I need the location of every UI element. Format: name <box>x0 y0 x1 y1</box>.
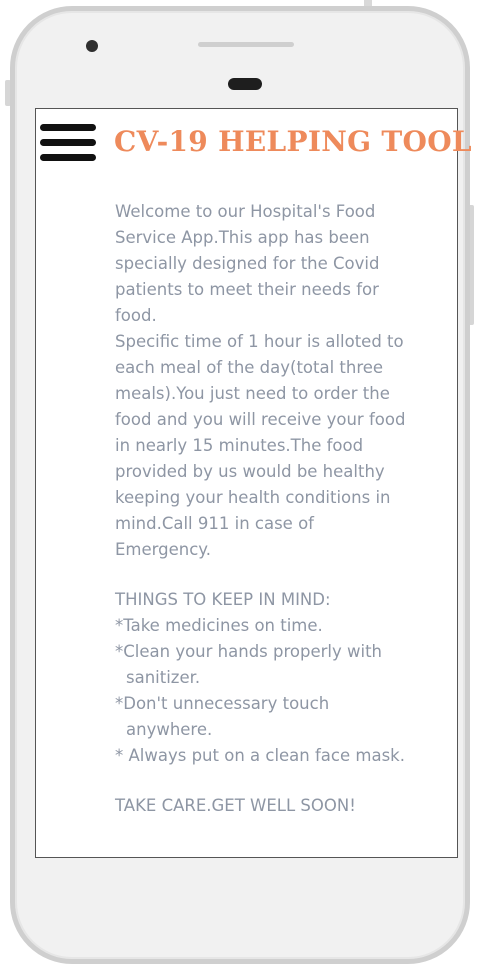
welcome-text-line: specially designed for the Covid <box>115 254 380 273</box>
info-text-line: keeping your health conditions in <box>115 488 391 507</box>
info-text-line: in nearly 15 minutes.The food <box>115 436 364 455</box>
earpiece-speaker <box>198 42 294 47</box>
info-text-line: provided by us would be healthy <box>115 462 385 481</box>
tip-item: *Don't unnecessary touch <box>115 694 330 713</box>
info-text-line: mind.Call 911 in case of <box>115 514 314 533</box>
welcome-text-line: patients to meet their needs for <box>115 280 379 299</box>
menu-bar <box>40 154 96 161</box>
info-text-line: each meal of the day(total three <box>115 358 384 377</box>
welcome-text-line: food. <box>115 306 157 325</box>
closing-message: TAKE CARE.GET WELL SOON! <box>115 796 356 815</box>
welcome-text-line: Service App.This app has been <box>115 228 370 247</box>
hamburger-menu-icon[interactable] <box>40 124 98 164</box>
tip-item: * Always put on a clean face mask. <box>115 746 405 765</box>
proximity-sensor <box>228 78 262 90</box>
app-screen: CV-19 HELPING TOOL Welcome to our Hospit… <box>35 108 472 858</box>
menu-bar <box>40 139 96 146</box>
tip-item: *Clean your hands properly with <box>115 642 383 661</box>
info-text-line: Emergency. <box>115 540 211 559</box>
tip-item-continued: sanitizer. <box>126 668 201 687</box>
info-text-line: Specific time of 1 hour is alloted to <box>115 332 404 351</box>
main-content: Welcome to our Hospital's Food Service A… <box>115 199 435 819</box>
info-text-line: food and you will receive your food <box>115 410 406 429</box>
front-camera-icon <box>86 40 98 52</box>
menu-bar <box>40 124 96 131</box>
tips-heading: THINGS TO KEEP IN MIND: <box>115 590 331 609</box>
welcome-text-line: Welcome to our Hospital's Food <box>115 202 376 221</box>
app-title: CV-19 HELPING TOOL <box>114 125 472 158</box>
tip-item-continued: anywhere. <box>126 720 213 739</box>
tip-item: *Take medicines on time. <box>115 616 323 635</box>
info-text-line: meals).You just need to order the <box>115 384 390 403</box>
